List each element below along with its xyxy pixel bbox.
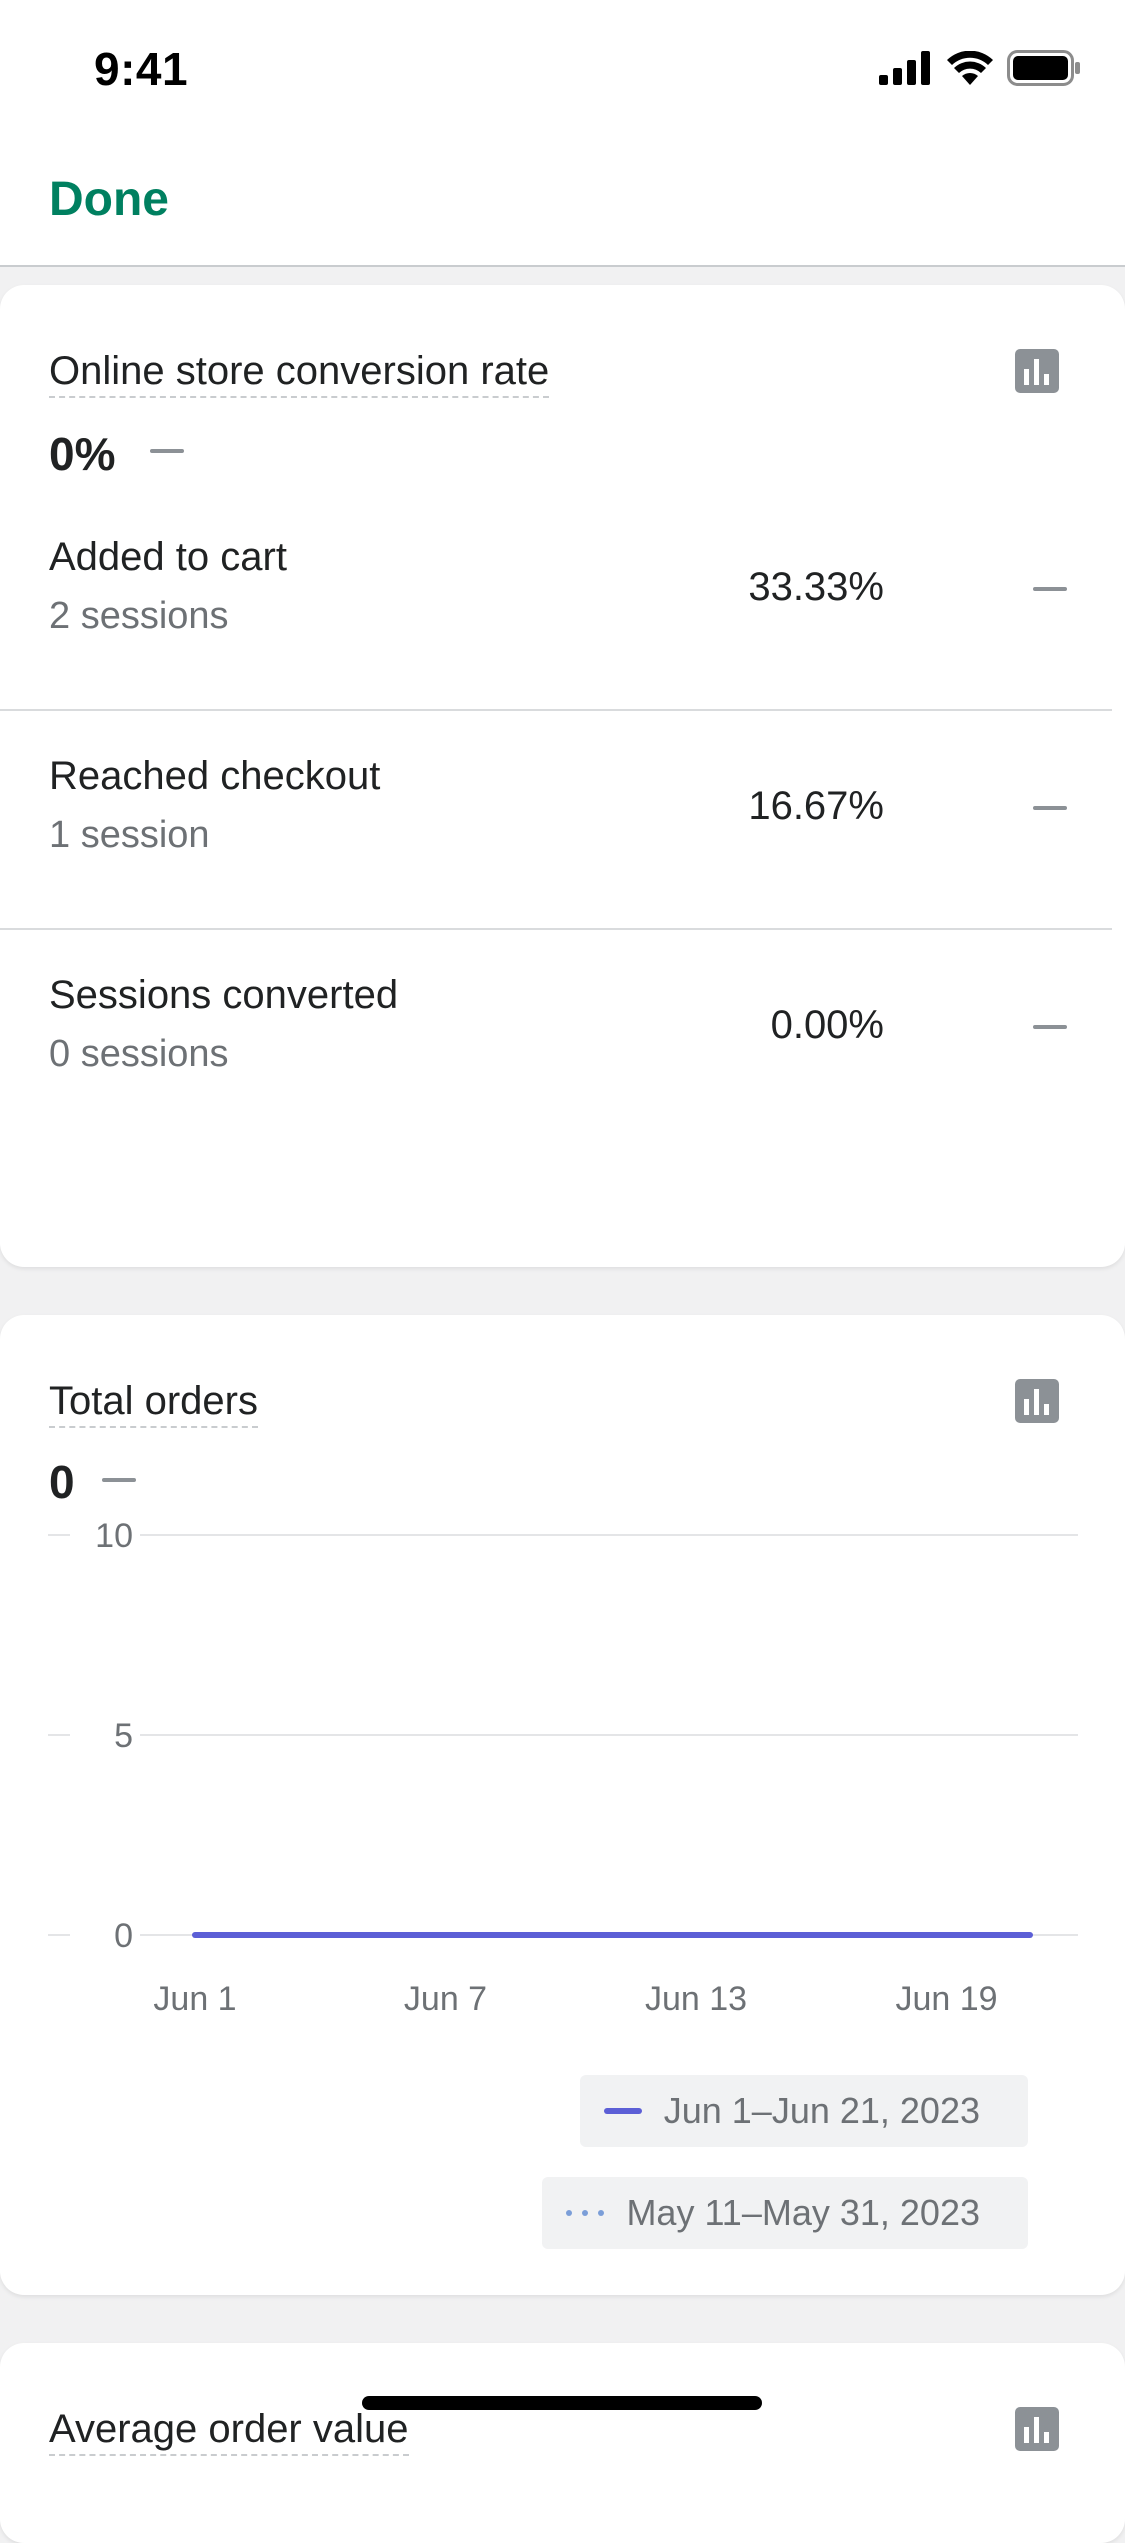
divider [0,928,1112,930]
change-indicator [1033,1025,1067,1029]
change-indicator [102,1478,136,1482]
list-item-reached-checkout[interactable]: Reached checkout 1 session 16.67% [0,714,1112,932]
solid-line-icon [603,2108,642,2114]
x-tick-label: Jun 1 [153,1980,236,2018]
total-orders-card: Total orders 0 0 5 10 Jun 1 Jun 7 Jun 13 Jun 1… [0,1315,1125,2295]
divider [0,709,1112,711]
row-label: Sessions converted [49,973,399,1017]
x-tick-label: Jun 7 [404,1980,487,2018]
list-item-added-to-cart[interactable]: Added to cart 2 sessions 33.33% [0,495,1112,713]
conversion-rate-title[interactable]: Online store conversion rate [49,349,550,398]
y-tick-label: 5 [114,1717,133,1755]
row-percentage: 33.33% [748,565,884,609]
home-indicator [362,2396,762,2410]
change-indicator [1033,806,1067,810]
battery-icon [1007,50,1080,86]
status-bar: 9:41 [0,0,1125,130]
row-sessions: 0 sessions [49,1033,229,1075]
nav-bar: Done [0,130,1125,267]
legend-current-period[interactable]: Jun 1–Jun 21, 2023 [579,2075,1028,2147]
dotted-line-icon [566,2210,605,2216]
y-tick-label: 10 [95,1517,133,1555]
x-tick-label: Jun 19 [895,1980,997,2018]
average-order-value-card: Average order value [0,2343,1125,2543]
bar-chart-icon[interactable] [1015,1379,1059,1423]
orders-line-chart: 0 5 10 Jun 1 Jun 7 Jun 13 Jun 19 [48,1517,1078,2018]
bar-chart-icon[interactable] [1015,349,1059,393]
status-time: 9:41 [94,43,189,95]
y-tick-label: 0 [114,1917,133,1955]
total-orders-title[interactable]: Total orders [49,1379,258,1428]
cellular-signal-icon [879,51,930,85]
change-indicator [1033,587,1067,591]
average-order-value-title[interactable]: Average order value [49,2407,409,2456]
row-sessions: 2 sessions [49,595,229,637]
row-label: Reached checkout [49,754,381,798]
row-sessions: 1 session [49,814,210,856]
wifi-icon [947,51,993,85]
legend-label: Jun 1–Jun 21, 2023 [663,2090,980,2131]
row-label: Added to cart [49,535,287,579]
row-percentage: 16.67% [748,784,884,828]
total-orders-value: 0 [49,1456,75,1508]
conversion-rate-value: 0% [49,428,116,480]
done-button[interactable]: Done [49,172,169,227]
legend-comparison-period[interactable]: May 11–May 31, 2023 [542,2177,1028,2249]
conversion-rate-card: Online store conversion rate 0% Added to… [0,285,1125,1267]
status-icons [879,50,1081,86]
list-item-sessions-converted[interactable]: Sessions converted 0 sessions 0.00% [0,933,1112,1151]
x-tick-label: Jun 13 [645,1980,747,2018]
change-indicator [150,449,184,453]
bar-chart-icon[interactable] [1015,2407,1059,2451]
legend-label: May 11–May 31, 2023 [626,2192,980,2233]
row-percentage: 0.00% [770,1003,884,1047]
